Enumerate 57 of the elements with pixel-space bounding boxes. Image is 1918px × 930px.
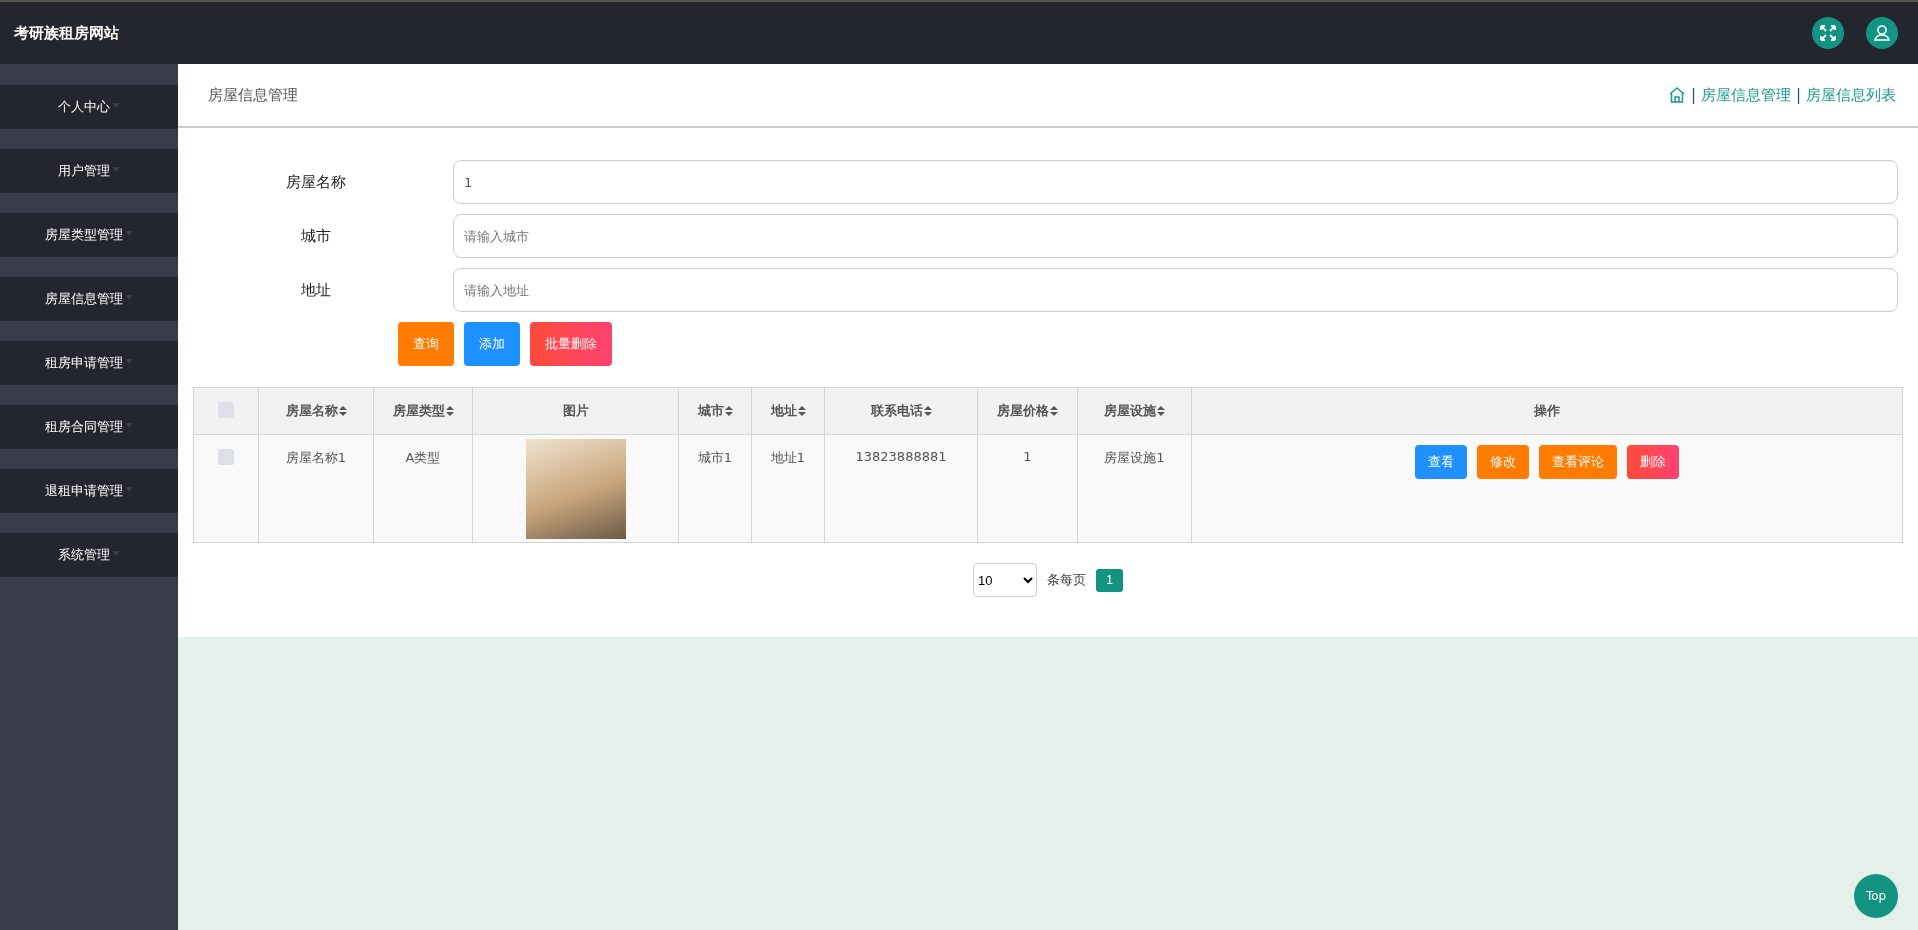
fullscreen-icon[interactable] [1812,17,1844,49]
caret-icon [125,422,133,428]
input-field[interactable]: 请输入地址 [453,268,1898,312]
sidebar-item[interactable]: 租房合同管理 [0,405,178,449]
sidebar-item[interactable]: 退租申请管理 [0,469,178,513]
sort-icon[interactable] [797,406,806,416]
input-field[interactable]: 请输入城市 [453,214,1898,258]
table-cell: 房屋名称1 [285,450,347,465]
table-cell: 1 [1023,449,1032,464]
field-label: 房屋名称 [284,172,347,192]
sort-icon[interactable] [1050,406,1058,416]
table-cell: 地址1 [770,450,806,465]
home-icon[interactable] [1667,86,1686,104]
sort-icon[interactable] [1157,406,1165,416]
table-cell: 13823888881 [855,449,947,464]
breadcrumb-link[interactable]: 房屋信息列表 [1806,85,1896,105]
sidebar-item[interactable]: 租房申请管理 [0,341,178,385]
field-label: 城市 [299,226,332,246]
caret-icon [112,550,120,556]
user-icon[interactable] [1866,17,1898,49]
page-button[interactable]: 1 [1096,568,1123,592]
page-size-label: 条每页 [1047,571,1086,589]
sidebar-item[interactable]: 系统管理 [0,533,178,577]
breadcrumb-link[interactable]: 房屋信息管理 [1700,85,1791,105]
table-cell: 房屋设施1 [1104,450,1165,465]
caret-icon [125,486,133,492]
page-title: 房屋信息管理 [208,85,298,105]
table-cell: A类型 [405,450,441,465]
column-header[interactable]: 城市 [697,402,733,420]
caret-icon [112,166,120,172]
breadcrumb-separator: | [1690,86,1696,104]
delete-button[interactable]: 批量删除 [530,322,612,366]
site-title: 考研族租房网站 [14,23,119,43]
table-cell: 城市1 [697,450,733,465]
delete-button[interactable]: 删除 [1627,445,1679,479]
caret-icon [125,230,133,236]
column-header[interactable]: 房屋设施 [1104,402,1165,420]
field-label: 地址 [299,280,332,300]
caret-icon [125,358,133,364]
column-header[interactable]: 操作 [1534,402,1560,420]
caret-icon [125,294,133,300]
caret-icon [112,102,120,108]
sort-icon[interactable] [338,406,347,416]
sidebar-item[interactable]: 用户管理 [0,149,178,193]
page-size-select[interactable]: 10 [973,563,1037,597]
sort-icon[interactable] [923,406,932,416]
checkbox[interactable] [218,449,234,465]
column-header[interactable]: 地址 [770,402,806,420]
input-field[interactable]: 1 [453,160,1898,204]
sidebar-item[interactable]: 房屋信息管理 [0,277,178,321]
sidebar-item[interactable]: 个人中心 [0,85,178,129]
breadcrumb-separator: | [1795,86,1801,104]
column-header[interactable]: 联系电话 [870,402,932,420]
column-header[interactable]: 图片 [562,402,589,420]
sort-icon[interactable] [445,406,454,416]
sort-icon[interactable] [724,406,733,416]
sidebar-item[interactable]: 房屋类型管理 [0,213,178,257]
